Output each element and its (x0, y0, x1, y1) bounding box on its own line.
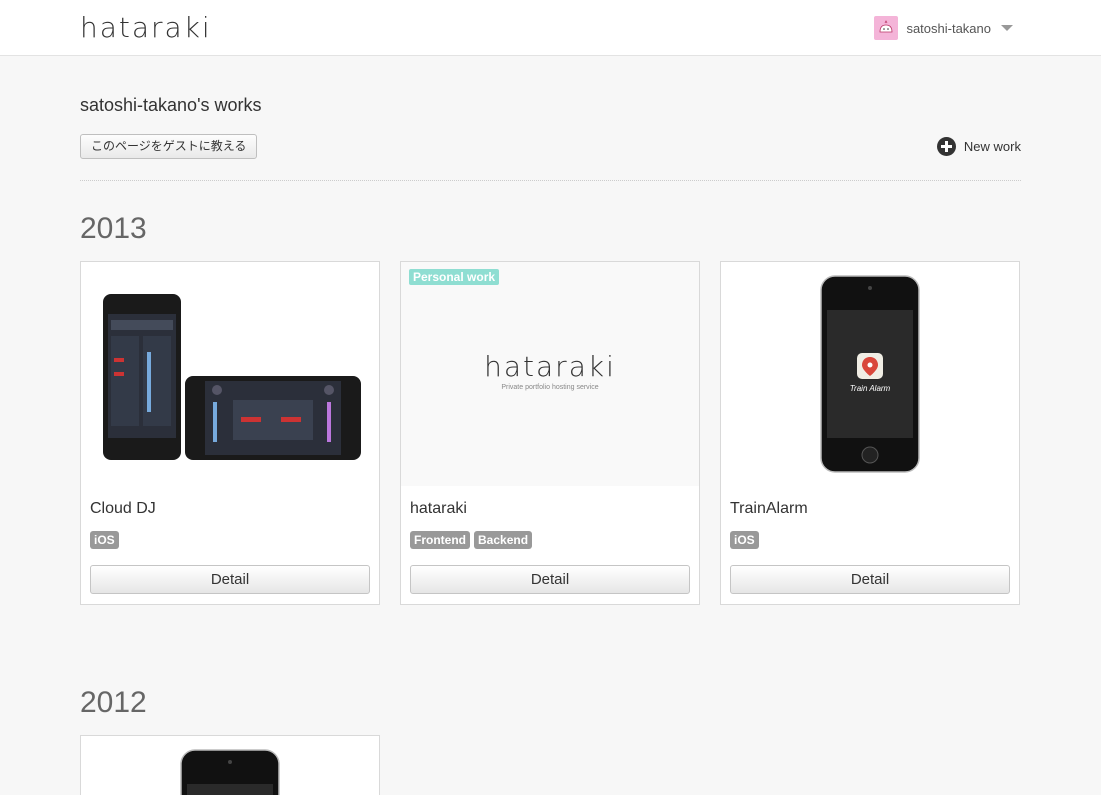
tag[interactable]: Backend (474, 531, 533, 549)
share-with-guest-button[interactable]: このページをゲストに教える (80, 134, 258, 159)
phone-screenshots-image (103, 294, 361, 460)
tag[interactable]: iOS (90, 531, 119, 549)
detail-button[interactable]: Detail (90, 565, 370, 594)
tag-list: iOS (730, 531, 759, 549)
work-thumbnail[interactable]: Train Alarm (721, 262, 1019, 486)
user-menu[interactable]: satoshi-takano (874, 16, 1013, 40)
thumbnail-tagline: Private portfolio hosting service (501, 384, 599, 391)
year-heading: 2013 (80, 212, 147, 245)
thumbnail-logo: hataraki (484, 350, 616, 383)
page-title: satoshi-takano's works (80, 95, 262, 115)
work-card: Train Alarm TrainAlarm iOS Detail (720, 261, 1020, 605)
year-heading: 2012 (80, 686, 147, 719)
tag-list: Frontend Backend (410, 531, 533, 549)
plus-circle-icon (936, 137, 956, 156)
top-header: hataraki satoshi-takano (0, 0, 1101, 56)
new-work-label: New work (963, 139, 1021, 154)
tag[interactable]: Frontend (410, 531, 470, 549)
work-title[interactable]: Cloud DJ (90, 500, 156, 518)
work-card (80, 735, 380, 795)
work-thumbnail[interactable]: Personal work hataraki Private portfolio… (401, 262, 699, 486)
detail-button[interactable]: Detail (730, 565, 1010, 594)
caret-down-icon (1001, 25, 1013, 31)
personal-work-badge: Personal work (409, 269, 500, 285)
new-work-button[interactable]: New work (936, 137, 1021, 156)
app-logo[interactable]: hataraki (80, 11, 212, 44)
username: satoshi-takano (906, 20, 991, 36)
work-thumbnail[interactable] (81, 736, 379, 795)
detail-button[interactable]: Detail (410, 565, 690, 594)
work-thumbnail[interactable] (81, 262, 379, 486)
user-avatar-icon (874, 16, 899, 40)
tag[interactable]: iOS (730, 531, 759, 549)
phone-screenshot-image (180, 749, 280, 795)
work-card: Personal work hataraki Private portfolio… (400, 261, 700, 605)
thumbnail-app-name: Train Alarm (849, 384, 891, 393)
work-title[interactable]: TrainAlarm (730, 500, 808, 518)
tag-list: iOS (90, 531, 119, 549)
work-title[interactable]: hataraki (410, 500, 467, 518)
divider (80, 180, 1021, 181)
phone-screenshot-image (820, 275, 920, 473)
work-card: Cloud DJ iOS Detail (80, 261, 380, 605)
